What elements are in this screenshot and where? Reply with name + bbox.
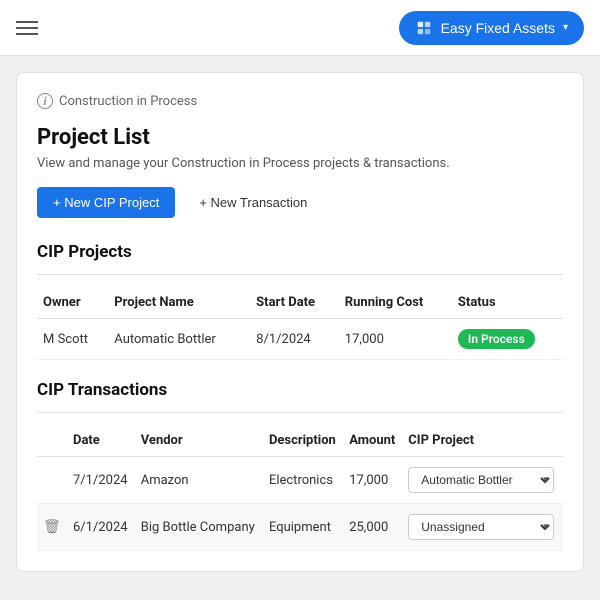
cell-description: Equipment	[263, 504, 343, 551]
col-status: Status	[452, 287, 563, 319]
cell-cip-project[interactable]: Unassigned Automatic Bottler Unassigned	[402, 504, 563, 551]
cell-running-cost: 17,000	[339, 319, 452, 360]
col-description: Description	[263, 425, 343, 457]
cip-transactions-section: CIP Transactions Date Vendor Description…	[37, 380, 563, 551]
cip-project-dropdown[interactable]: Automatic Bottler Automatic Bottler Unas…	[408, 467, 554, 493]
table-row: 7/1/2024 Amazon Electronics 17,000 Autom…	[37, 457, 563, 504]
cip-transactions-table: Date Vendor Description Amount CIP Proje…	[37, 425, 563, 551]
cell-date: 7/1/2024	[67, 457, 135, 504]
cell-amount: 17,000	[343, 457, 402, 504]
cell-status: In Process	[452, 319, 563, 360]
app-button-label: Easy Fixed Assets	[441, 20, 555, 36]
main-card: i Construction in Process Project List V…	[16, 72, 584, 572]
breadcrumb-text: Construction in Process	[59, 94, 197, 109]
cip-project-dropdown[interactable]: Unassigned Automatic Bottler Unassigned	[408, 514, 554, 540]
col-cip-project: CIP Project	[402, 425, 563, 457]
cell-vendor: Amazon	[135, 457, 263, 504]
info-icon: i	[37, 93, 53, 109]
action-buttons: + New CIP Project + New Transaction	[37, 187, 563, 218]
cip-projects-table: Owner Project Name Start Date Running Co…	[37, 287, 563, 360]
cip-projects-section: CIP Projects Owner Project Name Start Da…	[37, 242, 563, 360]
col-owner: Owner	[37, 287, 108, 319]
col-date-val: Date	[67, 425, 135, 457]
table-row: 🗑 6/1/2024 Big Bottle Company Equipment …	[37, 504, 563, 551]
cell-cip-project[interactable]: Automatic Bottler Automatic Bottler Unas…	[402, 457, 563, 504]
cell-project-name: Automatic Bottler	[108, 319, 250, 360]
cube-icon	[415, 19, 433, 37]
cell-description: Electronics	[263, 457, 343, 504]
col-vendor: Vendor	[135, 425, 263, 457]
top-bar: Easy Fixed Assets ▾	[0, 0, 600, 56]
empty-action-cell	[37, 457, 67, 504]
chevron-down-icon: ▾	[563, 22, 568, 33]
col-project-name: Project Name	[108, 287, 250, 319]
breadcrumb: i Construction in Process	[37, 93, 563, 109]
col-date	[37, 425, 67, 457]
table-row: M Scott Automatic Bottler 8/1/2024 17,00…	[37, 319, 563, 360]
cell-start-date: 8/1/2024	[250, 319, 339, 360]
col-amount: Amount	[343, 425, 402, 457]
col-running-cost: Running Cost	[339, 287, 452, 319]
cell-owner: M Scott	[37, 319, 108, 360]
cip-projects-title: CIP Projects	[37, 242, 563, 262]
page-title: Project List	[37, 125, 563, 150]
cell-date: 6/1/2024	[67, 504, 135, 551]
new-transaction-button[interactable]: + New Transaction	[187, 187, 319, 218]
new-cip-project-button[interactable]: + New CIP Project	[37, 187, 175, 218]
trash-cell[interactable]: 🗑	[37, 504, 67, 551]
cip-project-dropdown-wrapper[interactable]: Automatic Bottler Automatic Bottler Unas…	[408, 467, 554, 493]
cip-project-dropdown-wrapper[interactable]: Unassigned Automatic Bottler Unassigned	[408, 514, 554, 540]
page-subtitle: View and manage your Construction in Pro…	[37, 156, 563, 171]
col-start-date: Start Date	[250, 287, 339, 319]
app-button[interactable]: Easy Fixed Assets ▾	[399, 11, 584, 45]
cell-vendor: Big Bottle Company	[135, 504, 263, 551]
status-badge: In Process	[458, 329, 535, 349]
cell-amount: 25,000	[343, 504, 402, 551]
cip-transactions-title: CIP Transactions	[37, 380, 563, 400]
trash-icon[interactable]: 🗑	[43, 519, 61, 535]
hamburger-menu[interactable]	[16, 21, 38, 35]
